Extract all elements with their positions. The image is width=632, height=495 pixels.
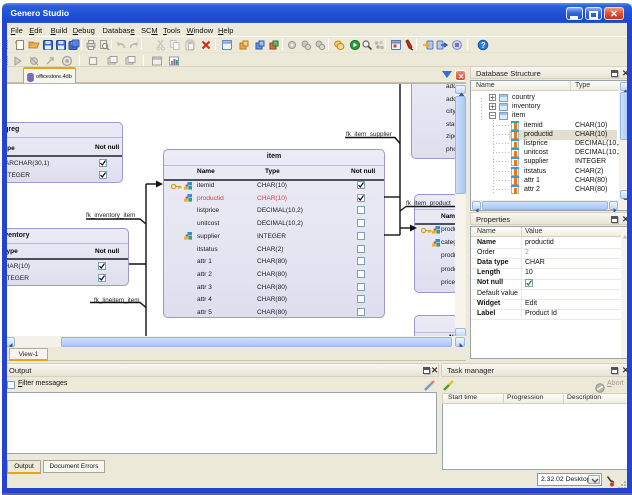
svg-text:?: ? — [481, 41, 486, 50]
